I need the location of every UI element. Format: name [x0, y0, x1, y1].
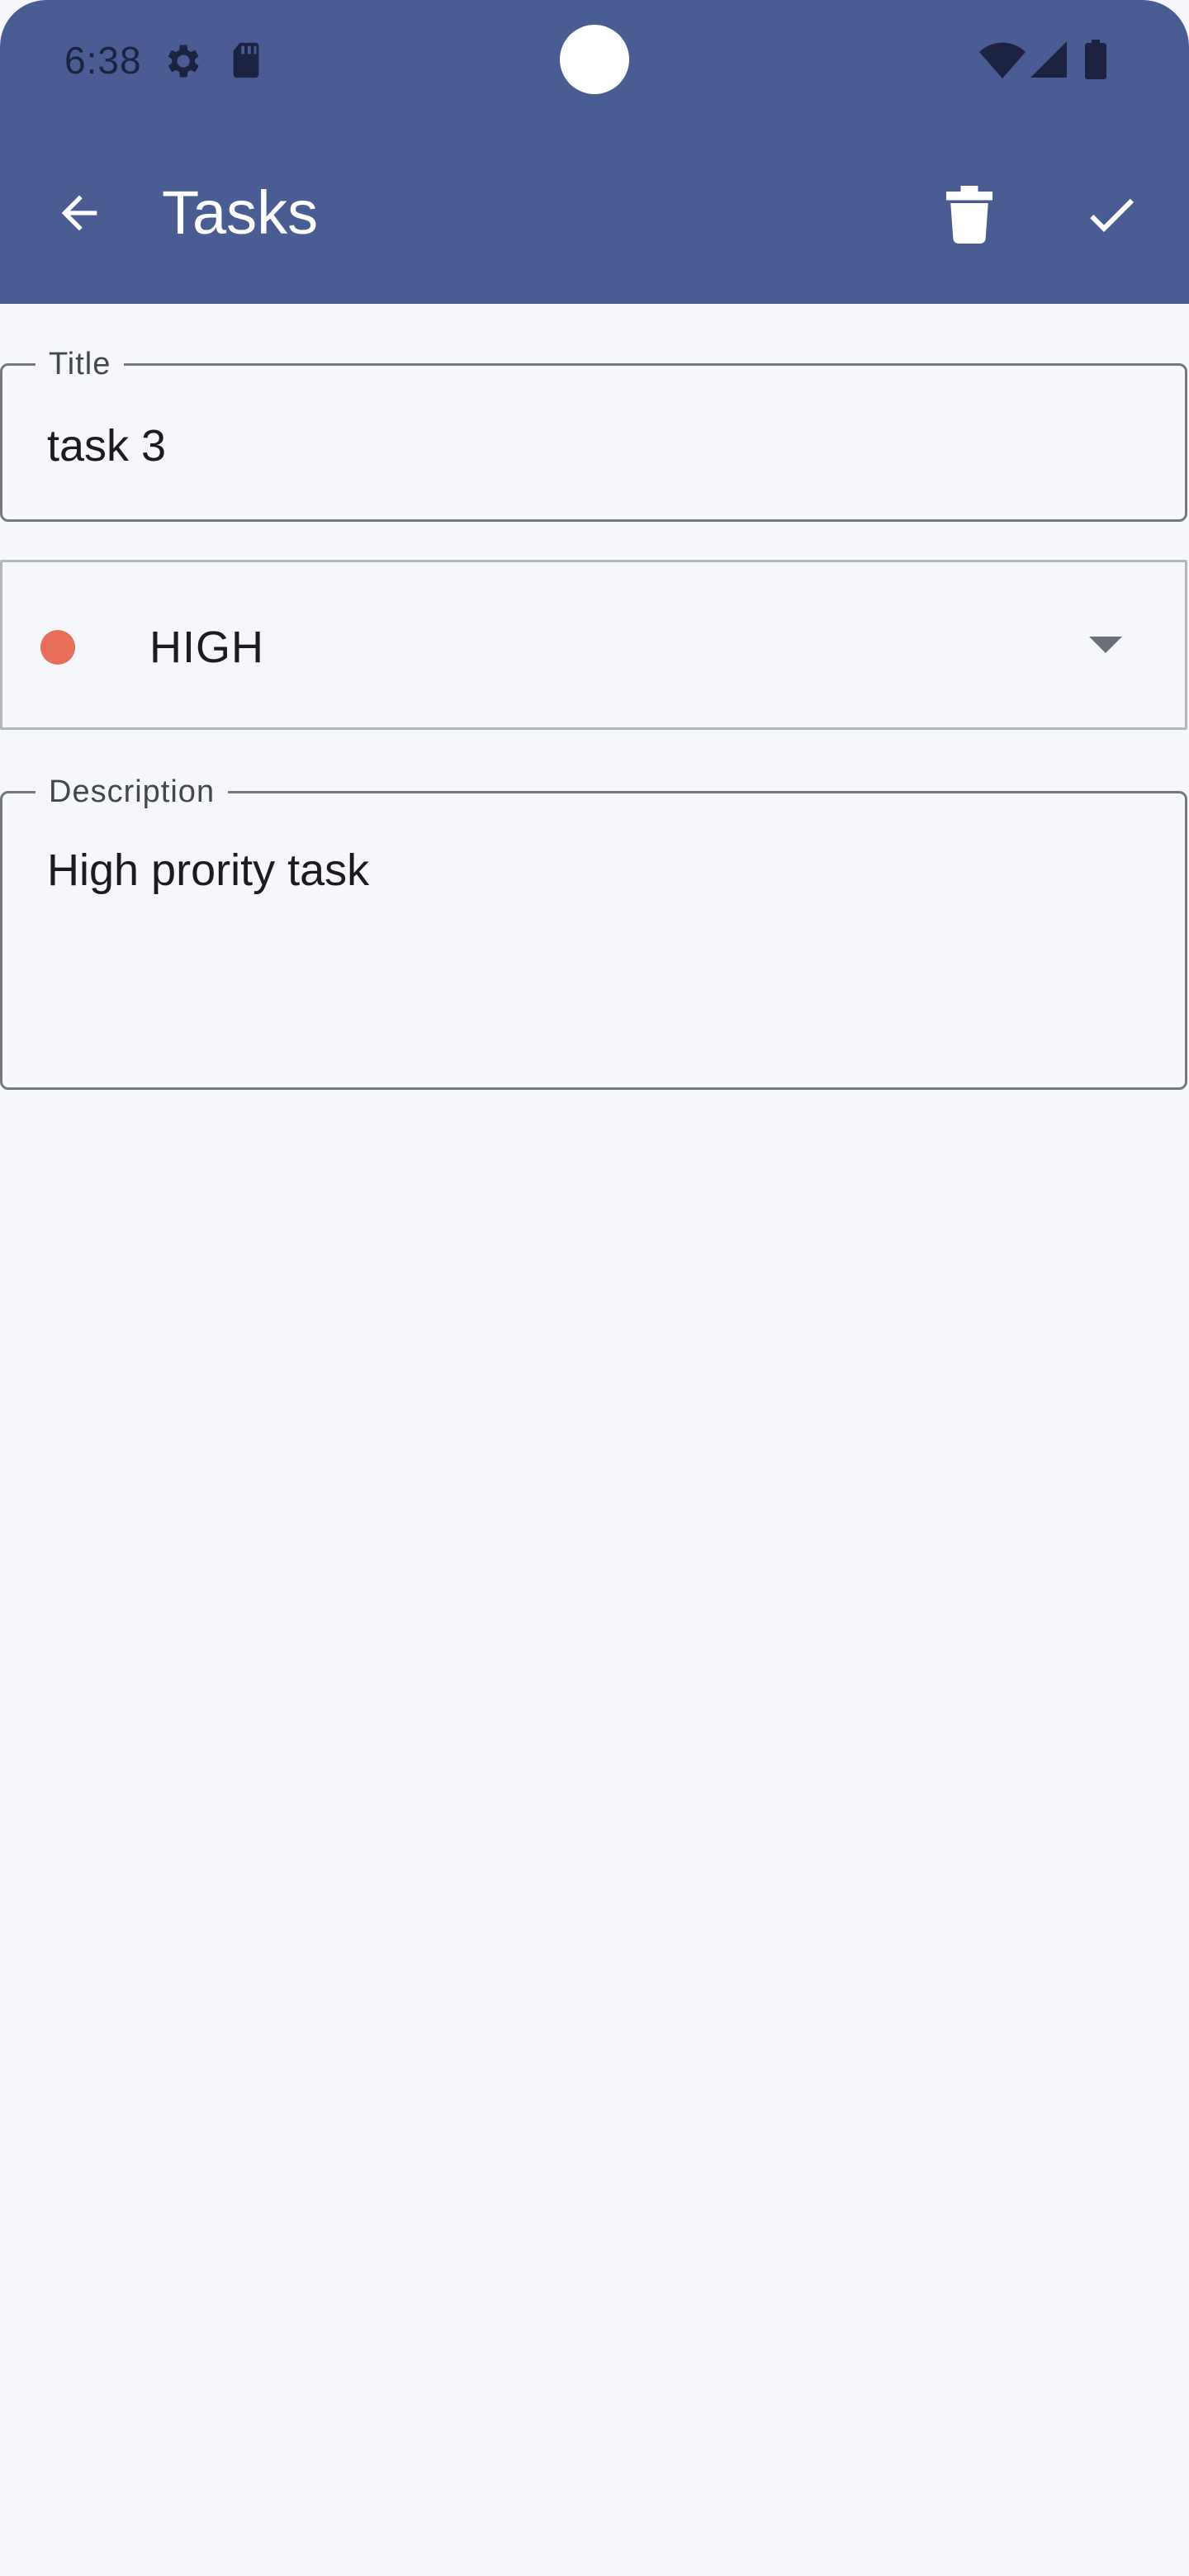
app-bar: Tasks	[0, 132, 1189, 294]
screen: 6:38 Tasks Title task 3 HIGH Description…	[0, 0, 1189, 2576]
priority-value: HIGH	[149, 623, 264, 672]
description-field-label: Description	[36, 772, 229, 812]
sd-card-icon	[230, 41, 263, 83]
status-time: 6:38	[64, 39, 142, 82]
delete-button[interactable]	[931, 178, 1007, 254]
status-bar: 6:38	[0, 0, 1189, 122]
gear-icon	[160, 40, 203, 87]
arrow-back-icon	[53, 187, 106, 244]
wifi-icon	[979, 41, 1026, 83]
battery-icon	[1085, 40, 1106, 83]
check-icon	[1082, 185, 1141, 249]
save-button[interactable]	[1073, 178, 1149, 254]
trash-icon	[946, 185, 992, 248]
camera-cutout	[560, 25, 629, 94]
title-field-label: Title	[36, 344, 125, 384]
title-input[interactable]: task 3	[47, 420, 166, 471]
title-field[interactable]: Title task 3	[0, 344, 1187, 522]
dropdown-arrow-icon[interactable]	[1089, 637, 1122, 653]
description-field[interactable]: Description High prority task	[0, 772, 1187, 1090]
priority-color-dot	[40, 630, 75, 665]
back-button[interactable]	[43, 178, 116, 251]
description-input[interactable]: High prority task	[47, 845, 369, 896]
app-header: 6:38 Tasks	[0, 0, 1189, 304]
cell-signal-icon	[1030, 41, 1067, 82]
priority-dropdown[interactable]: HIGH	[0, 560, 1187, 730]
page-title: Tasks	[162, 178, 319, 247]
